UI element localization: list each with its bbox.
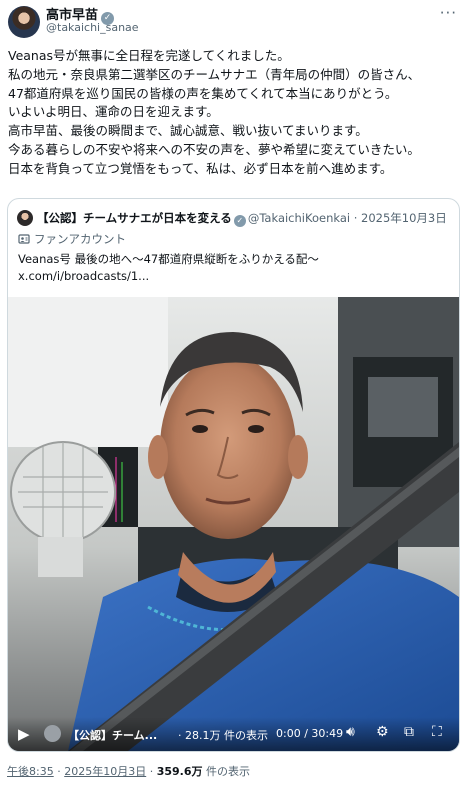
quoted-header: 【公認】チームサナエが日本を変える ✓ @TakaichiKoenkai · 202… (17, 210, 447, 227)
verified-badge-icon: ✓ (233, 215, 246, 227)
more-dots-icon[interactable]: ··· (440, 4, 457, 22)
separator-dot: · (353, 211, 358, 225)
post-line: 今ある暮らしの不安や将来への不安の声を、夢や希望に変えていきたい。 (8, 141, 420, 157)
video-frame (8, 297, 459, 751)
post-header: 高市早苗 ✓ @takaichi_sanae ··· (0, 0, 473, 44)
quoted-avatar[interactable] (17, 210, 33, 226)
video-controls: ▶ 【公認】チーム... · 28.1万 件の表示 0:00 / 30:49 🔊… (8, 717, 459, 751)
quoted-handle[interactable]: @TakaichiKoenkai (248, 211, 350, 225)
separator-dot: · (57, 765, 61, 778)
separator: · (350, 211, 361, 225)
fan-account-icon (18, 234, 30, 244)
avatar[interactable] (8, 6, 40, 38)
post-line: いよいよ明日、運命の日を迎えます。 (8, 104, 219, 120)
post-text: Veanas号が無事に全日程を完遂してくれました。 私の地元・奈良県第二選挙区の… (8, 47, 470, 179)
quoted-text: Veanas号 最後の地へ～47都道府県縦断をふりかえる配～ x.com/i/b… (18, 251, 319, 285)
volume-icon[interactable]: 🔊︎ (346, 724, 355, 740)
video-time: 0:00 / 30:49 (276, 727, 344, 740)
separator-dot: · (149, 765, 154, 778)
fan-account-label: ファンアカウント (18, 231, 126, 247)
quoted-post[interactable]: 【公認】チームサナエが日本を変える ✓ @TakaichiKoenkai · 202… (7, 198, 460, 752)
quoted-text-line: Veanas号 最後の地へ～47都道府県縦断をふりかえる配～ (18, 252, 319, 266)
author-handle[interactable]: @takaichi_sanae (46, 21, 139, 34)
views-count[interactable]: 359.6万 (157, 765, 203, 778)
post-line: Veanas号が無事に全日程を完遂してくれました。 (8, 48, 290, 63)
video-title[interactable]: 【公認】チーム... (68, 727, 157, 743)
video-player[interactable]: ▶ 【公認】チーム... · 28.1万 件の表示 0:00 / 30:49 🔊… (8, 297, 459, 751)
popout-icon[interactable]: ⧉ (404, 724, 414, 740)
fullscreen-icon[interactable]: ⛶ (432, 724, 442, 740)
post-date[interactable]: 2025年10月3日 (64, 765, 146, 778)
quoted-name[interactable]: 【公認】チームサナエが日本を変える (37, 211, 232, 225)
quoted-link[interactable]: x.com/i/broadcasts/1... (18, 268, 319, 285)
post-line: 47都道府県を巡り国民の皆様の声を集めてくれて本当にありがとう。 (8, 85, 398, 101)
play-icon[interactable]: ▶ (18, 725, 30, 743)
channel-avatar[interactable] (44, 725, 61, 742)
view-count-text: 28.1万 件の表示 (185, 729, 268, 742)
post-line: 私の地元・奈良県第二選挙区のチームサナエ（青年局の仲間）の皆さん、 (8, 66, 421, 82)
views-label[interactable]: 件の表示 (203, 765, 250, 778)
post-footer: 午後8:35 · 2025年10月3日 · 359.6万 件の表示 (7, 763, 250, 779)
gear-icon[interactable]: ⚙ (376, 724, 389, 740)
view-count: · 28.1万 件の表示 (178, 729, 268, 742)
post-line: 日本を背負って立つ覚悟をもって、私は、必ず日本を前へ進めます。 (8, 160, 393, 176)
post-line: 高市早苗、最後の瞬間まで、誠心誠意、戦い抜いてまいります。 (8, 123, 368, 139)
fan-account-text: ファンアカウント (34, 232, 126, 246)
post-time[interactable]: 午後8:35 (7, 765, 54, 778)
quoted-date[interactable]: 2025年10月3日 (361, 211, 447, 225)
